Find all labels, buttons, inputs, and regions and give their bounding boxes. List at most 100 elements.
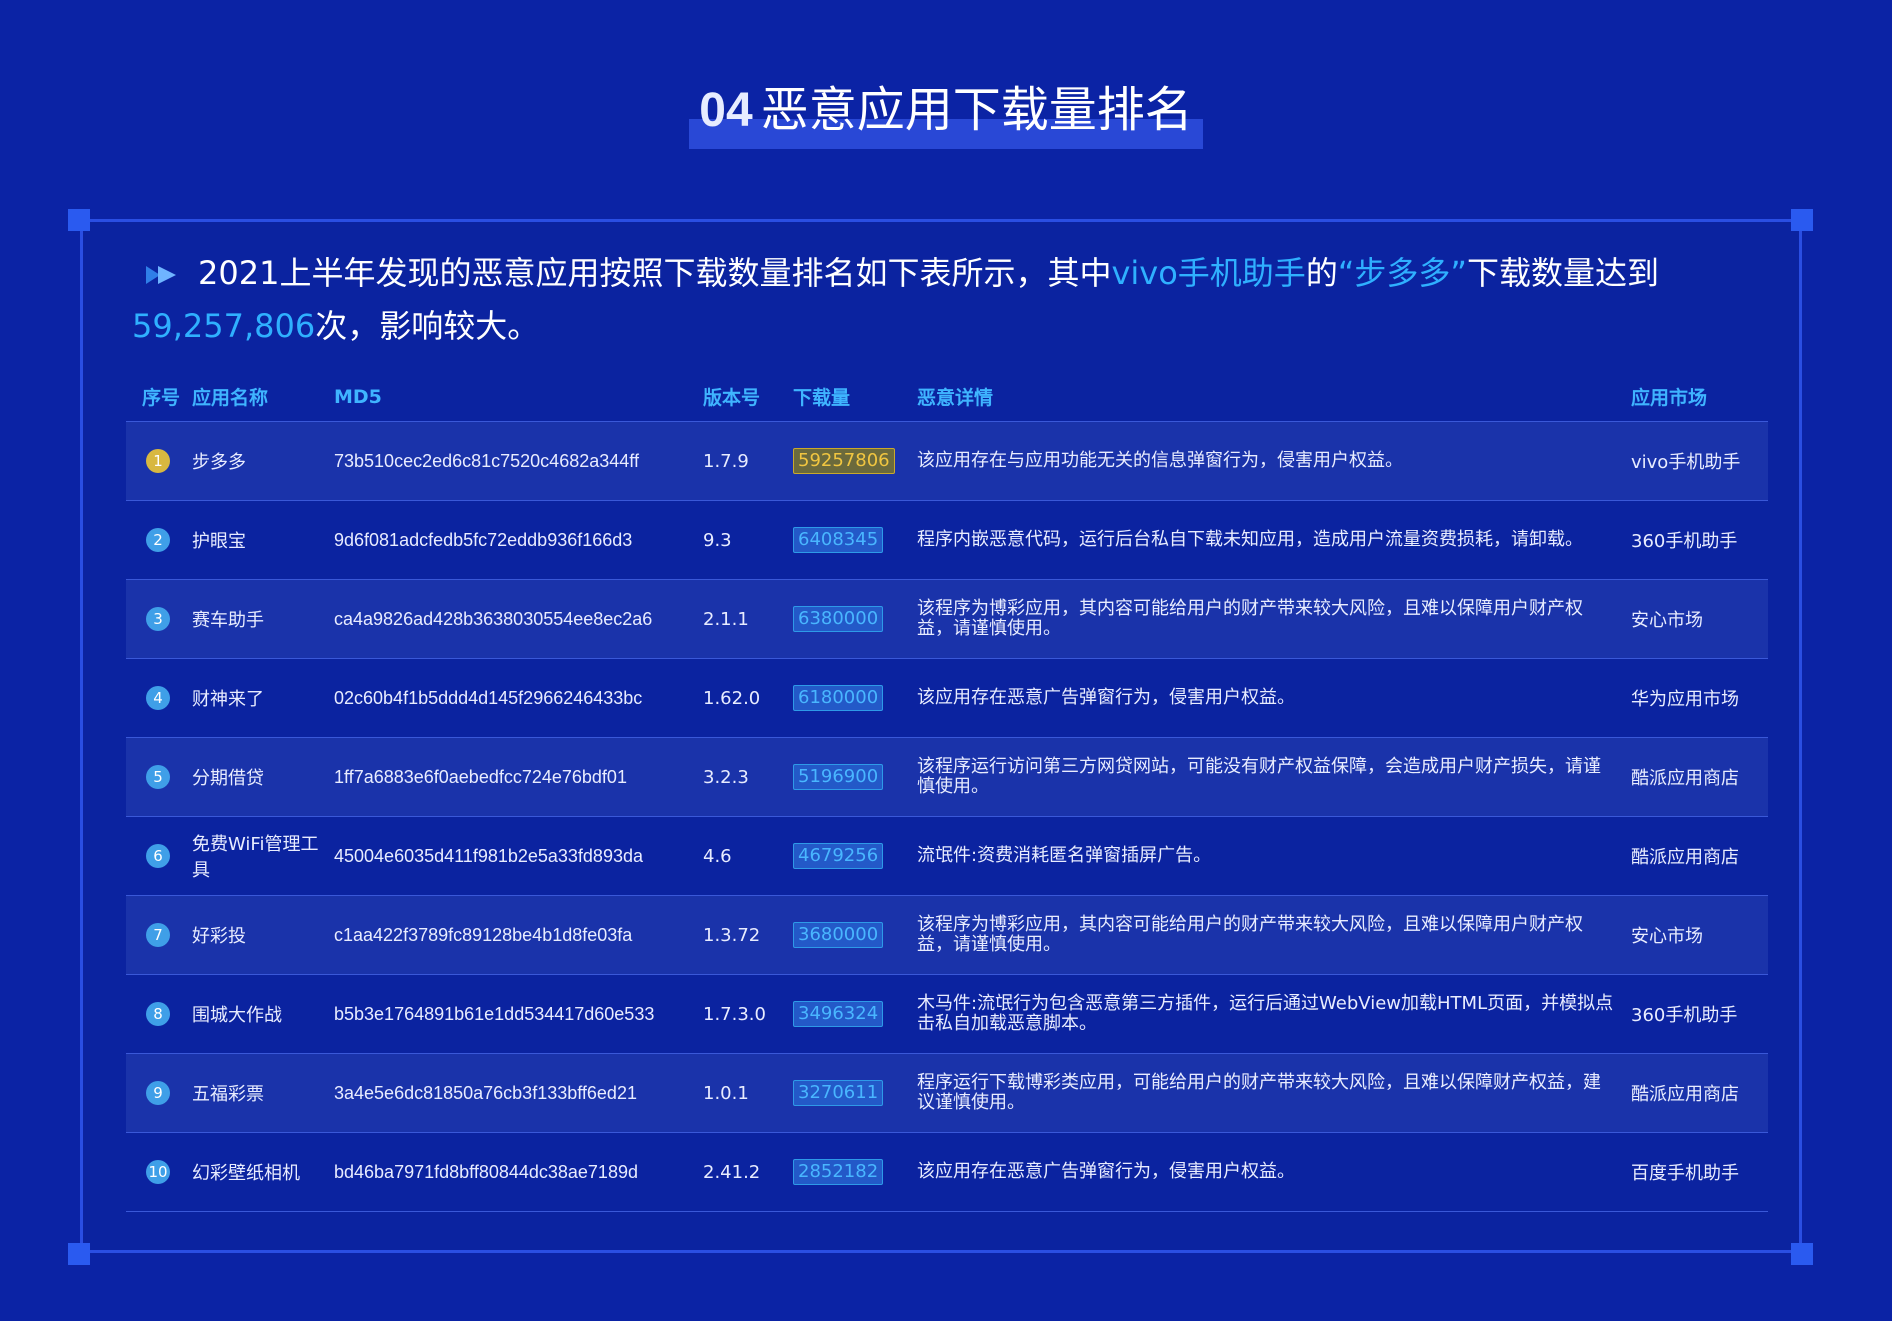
header-version: 版本号 xyxy=(703,372,793,422)
app-md5: 02c60b4f1b5ddd4d145f2966246433bc xyxy=(334,658,703,738)
app-name: 步多多 xyxy=(192,421,334,501)
download-count: 3496324 xyxy=(793,1001,884,1027)
app-name: 财神来了 xyxy=(192,658,334,738)
rank-badge: 1 xyxy=(146,449,170,473)
app-name: 分期借贷 xyxy=(192,737,334,817)
row-index-cell: 1 xyxy=(126,421,192,501)
malicious-detail: 该程序运行访问第三方网贷网站，可能没有财产权益保障，会造成用户财产损失，请谨慎使… xyxy=(917,737,1631,817)
app-md5: 45004e6035d411f981b2e5a33fd893da xyxy=(334,816,703,896)
table-row: 10 幻彩壁纸相机 bd46ba7971fd8bff80844dc38ae7189d… xyxy=(126,1132,1768,1212)
app-version: 1.3.72 xyxy=(703,895,793,975)
header-detail: 恶意详情 xyxy=(917,372,1631,422)
app-md5: 9d6f081adcfedb5fc72eddb936f166d3 xyxy=(334,500,703,580)
intro-paragraph: 2021上半年发现的恶意应用按照下载数量排名如下表所示，其中vivo手机助手的“… xyxy=(132,248,1772,352)
app-version: 3.2.3 xyxy=(703,737,793,817)
header-index: 序号 xyxy=(126,372,192,422)
title-text: 恶意应用下载量排名 xyxy=(760,82,1193,138)
malicious-detail: 程序内嵌恶意代码，运行后台私自下载未知应用，造成用户流量资费损耗，请卸载。 xyxy=(917,500,1631,580)
header-name: 应用名称 xyxy=(192,372,334,422)
download-cell: 6408345 xyxy=(793,500,917,580)
download-cell: 3496324 xyxy=(793,974,917,1054)
row-index-cell: 3 xyxy=(126,579,192,659)
download-cell: 5196900 xyxy=(793,737,917,817)
table-row: 3 赛车助手 ca4a9826ad428b3638030554ee8ec2a6 2.1… xyxy=(126,579,1768,659)
app-name: 护眼宝 xyxy=(192,500,334,580)
table-row: 2 护眼宝 9d6f081adcfedb5fc72eddb936f166d3 9.3 6… xyxy=(126,500,1768,580)
app-market: 酷派应用商店 xyxy=(1631,1053,1768,1133)
app-md5: 73b510cec2ed6c81c7520c4682a344ff xyxy=(334,421,703,501)
row-index-cell: 9 xyxy=(126,1053,192,1133)
corner-decoration xyxy=(1791,1243,1813,1265)
table-row: 8 围城大作战 b5b3e1764891b61e1dd534417d60e533 1.… xyxy=(126,974,1768,1054)
rank-badge: 5 xyxy=(146,765,170,789)
download-cell: 2852182 xyxy=(793,1132,917,1212)
app-version: 1.0.1 xyxy=(703,1053,793,1133)
app-version: 1.62.0 xyxy=(703,658,793,738)
app-market: 华为应用市场 xyxy=(1631,658,1768,738)
app-market: 酷派应用商店 xyxy=(1631,816,1768,896)
corner-decoration xyxy=(68,1243,90,1265)
intro-count: 59,257,806 xyxy=(132,306,316,345)
app-version: 9.3 xyxy=(703,500,793,580)
rank-badge: 10 xyxy=(146,1160,170,1184)
download-count: 6408345 xyxy=(793,527,884,553)
intro-market: vivo手机助手 xyxy=(1111,254,1306,292)
app-name: 幻彩壁纸相机 xyxy=(192,1132,334,1212)
download-cell: 3270611 xyxy=(793,1053,917,1133)
download-count: 4679256 xyxy=(793,843,884,869)
header-market: 应用市场 xyxy=(1631,372,1768,422)
table-row: 7 好彩投 c1aa422f3789fc89128be4b1d8fe03fa 1.3.… xyxy=(126,895,1768,975)
row-index-cell: 4 xyxy=(126,658,192,738)
app-name: 好彩投 xyxy=(192,895,334,975)
malicious-detail: 该程序为博彩应用，其内容可能给用户的财产带来较大风险，且难以保障用户财产权益，请… xyxy=(917,579,1631,659)
row-index-cell: 7 xyxy=(126,895,192,975)
row-index-cell: 5 xyxy=(126,737,192,817)
download-cell: 59257806 xyxy=(793,421,917,501)
intro-text: 次，影响较大。 xyxy=(315,306,540,345)
download-count: 3270611 xyxy=(793,1080,884,1106)
table-row: 9 五福彩票 3a4e5e6dc81850a76cb3f133bff6ed21 1.0… xyxy=(126,1053,1768,1133)
page-title: 04 恶意应用下载量排名 xyxy=(689,78,1203,149)
app-name: 五福彩票 xyxy=(192,1053,334,1133)
page-title-wrap: 04 恶意应用下载量排名 xyxy=(0,78,1892,149)
corner-decoration xyxy=(68,209,90,231)
row-index-cell: 10 xyxy=(126,1132,192,1212)
intro-text: 的 xyxy=(1305,254,1338,292)
download-count: 5196900 xyxy=(793,764,884,790)
malicious-detail: 流氓件:资费消耗匿名弹窗插屏广告。 xyxy=(917,816,1631,896)
app-version: 2.41.2 xyxy=(703,1132,793,1212)
app-market: vivo手机助手 xyxy=(1631,421,1768,501)
app-md5: c1aa422f3789fc89128be4b1d8fe03fa xyxy=(334,895,703,975)
header-downloads: 下载量 xyxy=(793,372,917,422)
app-name: 围城大作战 xyxy=(192,974,334,1054)
app-market: 百度手机助手 xyxy=(1631,1132,1768,1212)
download-cell: 6380000 xyxy=(793,579,917,659)
app-market: 酷派应用商店 xyxy=(1631,737,1768,817)
download-count: 2852182 xyxy=(793,1159,884,1185)
app-md5: ca4a9826ad428b3638030554ee8ec2a6 xyxy=(334,579,703,659)
app-md5: b5b3e1764891b61e1dd534417d60e533 xyxy=(334,974,703,1054)
table-row: 5 分期借贷 1ff7a6883e6f0aebedfcc724e76bdf01 3.2… xyxy=(126,737,1768,817)
intro-text: 2021上半年发现的恶意应用按照下载数量排名如下表所示，其中 xyxy=(198,254,1112,292)
malicious-detail: 该程序为博彩应用，其内容可能给用户的财产带来较大风险，且难以保障用户财产权益，请… xyxy=(917,895,1631,975)
table-row: 4 财神来了 02c60b4f1b5ddd4d145f2966246433bc 1.6… xyxy=(126,658,1768,738)
malicious-detail: 程序运行下载博彩类应用，可能给用户的财产带来较大风险，且难以保障财产权益，建议谨… xyxy=(917,1053,1631,1133)
app-version: 1.7.9 xyxy=(703,421,793,501)
table-row: 1 步多多 73b510cec2ed6c81c7520c4682a344ff 1.7.… xyxy=(126,421,1768,501)
app-version: 1.7.3.0 xyxy=(703,974,793,1054)
app-name: 免费WiFi管理工具 xyxy=(192,816,334,896)
intro-text: 下载数量达到 xyxy=(1467,254,1660,292)
app-market: 360手机助手 xyxy=(1631,500,1768,580)
app-version: 4.6 xyxy=(703,816,793,896)
download-cell: 6180000 xyxy=(793,658,917,738)
app-market: 安心市场 xyxy=(1631,579,1768,659)
app-md5: bd46ba7971fd8bff80844dc38ae7189d xyxy=(334,1132,703,1212)
malicious-detail: 该应用存在恶意广告弹窗行为，侵害用户权益。 xyxy=(917,1132,1631,1212)
download-cell: 3680000 xyxy=(793,895,917,975)
rank-badge: 9 xyxy=(146,1081,170,1105)
malicious-detail: 该应用存在恶意广告弹窗行为，侵害用户权益。 xyxy=(917,658,1631,738)
download-cell: 4679256 xyxy=(793,816,917,896)
intro-app: “步多多” xyxy=(1337,254,1467,292)
ranking-table: 序号 应用名称 MD5 版本号 下载量 恶意详情 应用市场 1 步多多 73b510… xyxy=(126,372,1768,1212)
rank-badge: 7 xyxy=(146,923,170,947)
